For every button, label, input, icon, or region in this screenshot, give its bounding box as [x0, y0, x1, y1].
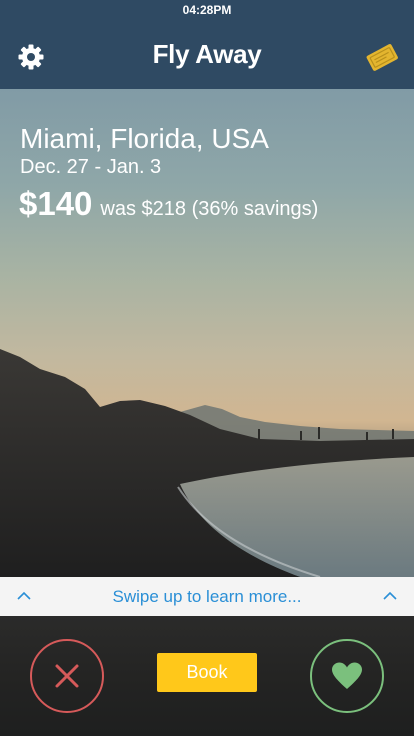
app-title: Fly Away	[152, 39, 262, 69]
deal-price: $140	[19, 185, 93, 222]
status-bar: 04:28PM	[0, 0, 414, 20]
swipe-up-hint[interactable]: Swipe up to learn more...	[0, 577, 414, 616]
travel-dates: Dec. 27 - Jan. 3	[20, 156, 162, 178]
swipe-hint-text: Swipe up to learn more...	[112, 586, 302, 606]
close-icon	[55, 664, 79, 688]
status-time: 04:28PM	[182, 3, 232, 17]
original-price-savings: was $218 (36% savings)	[100, 198, 319, 220]
action-bar: Book	[0, 616, 414, 736]
destination-photo[interactable]: Miami, Florida, USA Dec. 27 - Jan. 3 $14…	[0, 89, 414, 577]
chevron-up-icon	[383, 591, 397, 600]
like-button[interactable]	[310, 639, 384, 713]
tickets-button[interactable]	[364, 40, 400, 74]
chevron-up-icon	[17, 591, 31, 600]
ticket-icon	[366, 44, 398, 71]
book-button[interactable]: Book	[157, 653, 257, 692]
app-header: Fly Away	[0, 20, 414, 89]
destination-name: Miami, Florida, USA	[20, 123, 269, 154]
heart-icon	[332, 662, 362, 689]
price-row: $140 was $218 (36% savings)	[19, 185, 318, 223]
reject-button[interactable]	[30, 639, 104, 713]
